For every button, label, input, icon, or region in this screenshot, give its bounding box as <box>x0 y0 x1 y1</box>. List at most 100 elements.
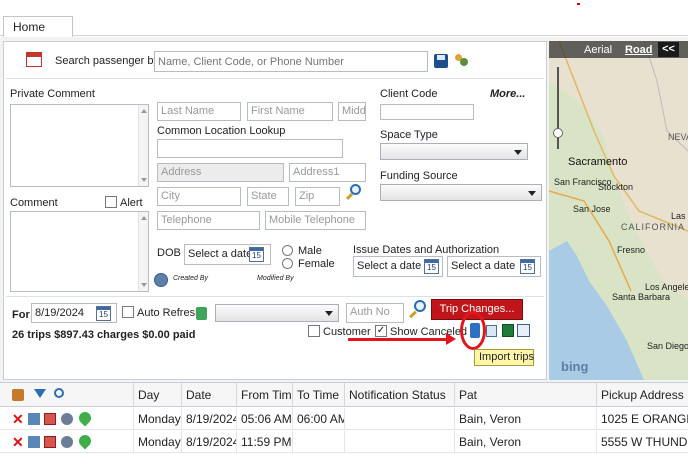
private-comment-textarea[interactable] <box>10 104 149 187</box>
issue-end-value: Select a date <box>451 260 516 272</box>
state-input[interactable]: State <box>247 187 289 206</box>
scrollbar[interactable] <box>138 212 148 291</box>
map-label: Stockton <box>598 182 634 192</box>
map-panel[interactable]: Aerial Road << Sacramento San Francisco … <box>549 41 688 380</box>
aerial-button[interactable]: Aerial <box>584 44 612 56</box>
table-cell: Bain, Veron <box>455 408 597 430</box>
tab-bar: Home <box>0 0 688 37</box>
scrollbar[interactable] <box>138 105 148 186</box>
table-cell: 8/19/2024 <box>182 431 237 453</box>
calendar-icon[interactable] <box>26 52 42 67</box>
globe-icon[interactable] <box>61 436 73 448</box>
auth-no-input[interactable]: Auth No <box>346 303 404 323</box>
female-radio[interactable] <box>282 258 293 269</box>
modified-by-label: Modified By <box>257 275 294 282</box>
refresh-icon[interactable] <box>196 307 207 320</box>
search-label: Search passenger by: <box>55 55 163 67</box>
common-location-input[interactable] <box>157 139 343 158</box>
table-cell: Monday <box>134 431 182 453</box>
people-icon[interactable] <box>454 53 469 68</box>
save-icon[interactable] <box>434 54 448 68</box>
magnifier-icon[interactable] <box>345 184 363 202</box>
customer-label: Customer <box>323 326 371 338</box>
delete-icon[interactable]: ✕ <box>12 411 24 428</box>
comment-textarea[interactable] <box>10 211 149 292</box>
edit-icon[interactable] <box>12 389 24 401</box>
column-header-to-time[interactable]: To Time <box>293 383 345 407</box>
magnifier-icon[interactable] <box>408 300 428 320</box>
road-button[interactable]: Road <box>625 44 653 56</box>
column-header-pickup-address[interactable]: Pickup Address <box>597 383 688 407</box>
funding-source-select[interactable] <box>380 184 542 201</box>
location-pin-icon[interactable] <box>76 432 94 450</box>
list-icon[interactable] <box>486 325 497 337</box>
zoom-slider-handle[interactable] <box>553 128 563 138</box>
map-label: San Jose <box>573 204 611 214</box>
filter-icon[interactable] <box>34 389 46 404</box>
zip-input[interactable]: Zip <box>295 187 340 206</box>
search-input[interactable] <box>154 51 428 72</box>
show-canceled-checkbox[interactable]: ✓ <box>375 325 387 337</box>
map-label: NEVA <box>668 132 688 142</box>
table-cell: 5555 W THUNDERE <box>597 431 688 453</box>
map-label: CALIFORNIA <box>621 222 686 232</box>
male-label: Male <box>298 245 322 257</box>
table-cell: 1025 E ORANGE ST <box>597 408 688 430</box>
map-terrain <box>549 41 688 380</box>
divider <box>6 78 544 79</box>
alert-checkbox[interactable] <box>105 196 117 208</box>
city-input[interactable]: City <box>157 187 241 206</box>
annotation-arrow <box>348 338 452 341</box>
table-cell: Bain, Veron <box>455 431 597 453</box>
last-name-input[interactable]: Last Name <box>157 102 241 121</box>
address-input[interactable]: Address <box>157 163 284 182</box>
map-label: Santa Barbara <box>612 292 671 302</box>
first-name-input[interactable]: First Name <box>247 102 333 121</box>
calendar-icon[interactable]: 15 <box>520 259 535 274</box>
mobile-telephone-input[interactable]: Mobile Telephone <box>265 211 366 230</box>
excel-icon[interactable] <box>502 324 514 337</box>
calendar-icon[interactable]: 15 <box>249 247 264 262</box>
main-area: Search passenger by: Private Comment Com… <box>0 37 688 454</box>
column-header-notification-status[interactable]: Notification Status <box>345 383 455 407</box>
space-type-select[interactable] <box>380 143 528 160</box>
telephone-input[interactable]: Telephone <box>157 211 260 230</box>
calendar-icon[interactable] <box>44 413 56 425</box>
auto-refresh-checkbox[interactable] <box>122 306 134 318</box>
calendar-icon[interactable]: 15 <box>96 306 111 321</box>
created-by-label: Created By <box>173 275 209 282</box>
magnifier-icon[interactable] <box>54 388 64 398</box>
location-pin-icon[interactable] <box>76 409 94 427</box>
middle-name-input[interactable]: Midd <box>338 102 366 121</box>
globe-icon[interactable] <box>61 413 73 425</box>
client-code-input[interactable] <box>380 104 474 120</box>
row-actions: ✕ <box>0 408 134 430</box>
table-cell <box>293 431 345 453</box>
male-radio[interactable] <box>282 245 293 256</box>
filter-select[interactable] <box>215 304 339 322</box>
column-header-day[interactable]: Day <box>134 383 182 407</box>
row-actions: ✕ <box>0 431 134 453</box>
grid-icon[interactable] <box>517 324 530 337</box>
collapse-map-button[interactable]: << <box>658 42 679 57</box>
edit-icon[interactable] <box>28 436 40 448</box>
column-header-passenger[interactable]: Pat <box>455 383 597 407</box>
bing-logo: bing <box>561 359 589 374</box>
column-header-date[interactable]: Date <box>182 383 237 407</box>
address1-input[interactable]: Address1 <box>289 163 366 182</box>
more-link[interactable]: More... <box>490 88 525 100</box>
calendar-icon[interactable] <box>44 436 56 448</box>
trip-date-value: 8/19/2024 <box>35 307 84 319</box>
tab-home[interactable]: Home <box>3 16 73 37</box>
issue-start-value: Select a date <box>357 260 422 272</box>
annotation-circle <box>460 311 486 350</box>
column-header-from-time[interactable]: From Time <box>237 383 293 407</box>
trip-summary: 26 trips $897.43 charges $0.00 paid <box>12 329 196 341</box>
table-cell <box>345 431 455 453</box>
info-icon[interactable] <box>154 273 168 287</box>
annotation-arrowhead <box>446 333 456 345</box>
delete-icon[interactable]: ✕ <box>12 434 24 451</box>
customer-checkbox[interactable] <box>308 325 320 337</box>
edit-icon[interactable] <box>28 413 40 425</box>
calendar-icon[interactable]: 15 <box>424 259 439 274</box>
